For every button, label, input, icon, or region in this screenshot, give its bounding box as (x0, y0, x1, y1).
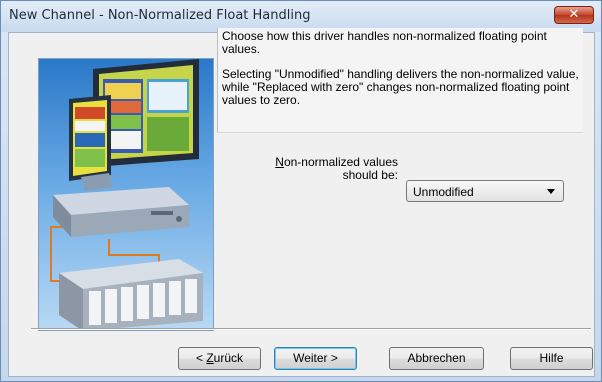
pc-and-plc-network-illustration-icon (50, 59, 203, 330)
back-button[interactable]: < Zurück (178, 347, 261, 370)
chevron-down-icon (547, 189, 555, 194)
window-title: New Channel - Non-Normalized Float Handl… (9, 8, 311, 23)
cancel-button[interactable]: Abbrechen (389, 347, 484, 370)
next-button[interactable]: Weiter > (274, 347, 357, 370)
button-separator (31, 328, 591, 330)
dialog-window: New Channel - Non-Normalized Float Handl… (0, 0, 602, 382)
label-access-key: N (275, 155, 284, 169)
non-normalized-values-dropdown[interactable]: Unmodified (406, 180, 564, 202)
help-button[interactable]: Hilfe (510, 347, 593, 370)
close-button[interactable]: ✕ (554, 6, 594, 24)
non-normalized-values-label: Non-normalized values should be: (221, 156, 398, 182)
close-icon: ✕ (568, 7, 580, 22)
back-button-prefix: < (195, 351, 207, 365)
label-text: on-normalized values (283, 155, 398, 169)
cancel-button-label: Abbrechen (407, 351, 466, 365)
label-text-line2: should be: (342, 168, 398, 182)
help-button-label: Hilfe (539, 351, 564, 365)
next-button-label: Weiter > (293, 351, 338, 365)
description-paragraph-1: Choose how this driver handles non-norma… (222, 29, 547, 56)
description-paragraph-2: Selecting "Unmodified" handling delivers… (222, 67, 579, 107)
wizard-illustration (38, 58, 214, 331)
back-button-label: urück (213, 351, 244, 365)
back-button-access-key: Z (206, 351, 214, 365)
description-panel: Choose how this driver handles non-norma… (217, 28, 583, 133)
dropdown-selected-value: Unmodified (413, 185, 474, 199)
